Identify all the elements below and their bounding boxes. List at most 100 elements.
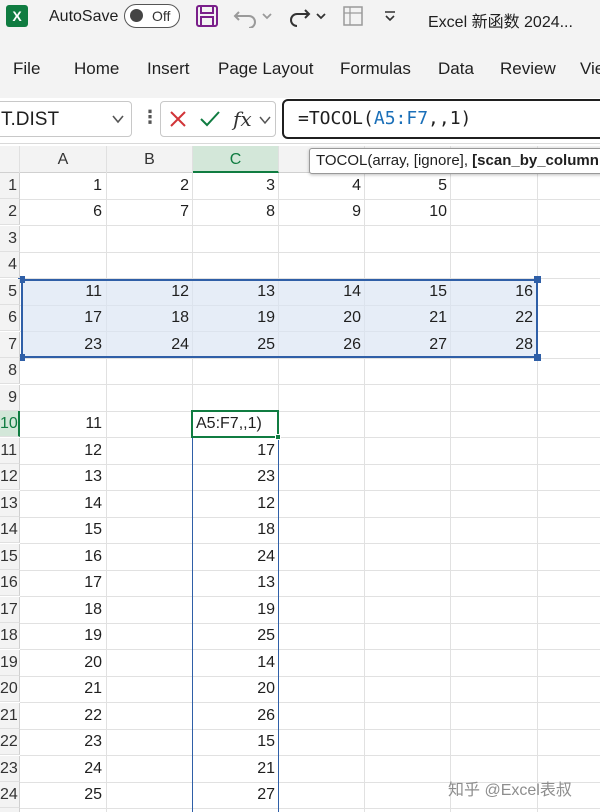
cell-d5[interactable]: 14 — [279, 279, 365, 305]
row-header[interactable]: 7 — [0, 332, 20, 358]
chevron-down-icon[interactable] — [259, 114, 271, 126]
row-header[interactable]: 5 — [0, 279, 20, 305]
row-header[interactable]: 23 — [0, 756, 20, 782]
tab-view[interactable]: Vie — [580, 59, 600, 79]
save-icon[interactable] — [195, 4, 219, 28]
cell-b1[interactable]: 2 — [107, 173, 193, 199]
redo-icon[interactable] — [287, 4, 327, 28]
row-header[interactable]: 13 — [0, 491, 20, 517]
row-header[interactable]: 11 — [0, 438, 20, 464]
row-header[interactable]: 19 — [0, 650, 20, 676]
column-header-b[interactable]: B — [107, 146, 193, 173]
cell-b2[interactable]: 7 — [107, 199, 193, 225]
cell-c24[interactable]: 27 — [193, 782, 279, 808]
tab-insert[interactable]: Insert — [147, 59, 190, 79]
name-box[interactable]: T.DIST — [0, 101, 132, 137]
cell-a16[interactable]: 17 — [20, 570, 106, 596]
cell-a6[interactable]: 17 — [20, 305, 106, 331]
cell-c1[interactable]: 3 — [193, 173, 279, 199]
column-header-a[interactable]: A — [20, 146, 107, 173]
tab-home[interactable]: Home — [74, 59, 119, 79]
insert-function-icon[interactable]: fx — [233, 107, 252, 131]
row-header-active[interactable]: 10 — [0, 411, 20, 437]
cell-a7[interactable]: 23 — [20, 332, 106, 358]
cell-d1[interactable]: 4 — [279, 173, 365, 199]
row-header[interactable]: 4 — [0, 252, 20, 278]
cell-e5[interactable]: 15 — [365, 279, 451, 305]
cell-a12[interactable]: 13 — [20, 464, 106, 490]
number-format-icon[interactable] — [341, 4, 365, 28]
row-header[interactable]: 20 — [0, 676, 20, 702]
cell-a20[interactable]: 21 — [20, 676, 106, 702]
cell-a5[interactable]: 11 — [20, 279, 106, 305]
cell-c6[interactable]: 19 — [193, 305, 279, 331]
cell-e7[interactable]: 27 — [365, 332, 451, 358]
cell-b5[interactable]: 12 — [107, 279, 193, 305]
cell-b6[interactable]: 18 — [107, 305, 193, 331]
cell-a22[interactable]: 23 — [20, 729, 106, 755]
cell-a21[interactable]: 22 — [20, 703, 106, 729]
cell-a10[interactable]: 11 — [20, 411, 106, 437]
cell-c14[interactable]: 18 — [193, 517, 279, 543]
row-header[interactable]: 21 — [0, 703, 20, 729]
row-header[interactable]: 6 — [0, 305, 20, 331]
cell-a11[interactable]: 12 — [20, 438, 106, 464]
row-header[interactable]: 24 — [0, 782, 20, 808]
cell-c19[interactable]: 14 — [193, 650, 279, 676]
enter-check-icon[interactable] — [199, 110, 221, 128]
row-header[interactable]: 16 — [0, 570, 20, 596]
row-header[interactable]: 3 — [0, 226, 20, 252]
cell-c7[interactable]: 25 — [193, 332, 279, 358]
tab-formulas[interactable]: Formulas — [340, 59, 411, 79]
row-header[interactable]: 15 — [0, 544, 20, 570]
cell-f6[interactable]: 22 — [451, 305, 537, 331]
cell-c15[interactable]: 24 — [193, 544, 279, 570]
cancel-icon[interactable] — [169, 110, 187, 128]
row-header[interactable]: 8 — [0, 358, 20, 384]
tab-data[interactable]: Data — [438, 59, 474, 79]
chevron-down-icon[interactable] — [111, 112, 125, 126]
cell-c2[interactable]: 8 — [193, 199, 279, 225]
cell-e2[interactable]: 10 — [365, 199, 451, 225]
formula-input[interactable]: =TOCOL(A5:F7,,1) — [282, 99, 600, 139]
cell-a15[interactable]: 16 — [20, 544, 106, 570]
cell-c12[interactable]: 23 — [193, 464, 279, 490]
cell-b7[interactable]: 24 — [107, 332, 193, 358]
select-all-corner[interactable] — [0, 146, 20, 173]
cell-c21[interactable]: 26 — [193, 703, 279, 729]
cell-a1[interactable]: 1 — [20, 173, 106, 199]
tab-review[interactable]: Review — [500, 59, 556, 79]
row-header[interactable]: 12 — [0, 464, 20, 490]
tab-file[interactable]: File — [13, 59, 40, 79]
cell-a14[interactable]: 15 — [20, 517, 106, 543]
tab-page-layout[interactable]: Page Layout — [218, 59, 313, 79]
customize-toolbar-icon[interactable] — [382, 4, 398, 28]
row-header[interactable]: 22 — [0, 729, 20, 755]
cell-c13[interactable]: 12 — [193, 491, 279, 517]
cell-a23[interactable]: 24 — [20, 756, 106, 782]
cell-a13[interactable]: 14 — [20, 491, 106, 517]
row-header[interactable]: 1 — [0, 173, 20, 199]
cell-c17[interactable]: 19 — [193, 597, 279, 623]
cell-d6[interactable]: 20 — [279, 305, 365, 331]
cell-c22[interactable]: 15 — [193, 729, 279, 755]
cell-a19[interactable]: 20 — [20, 650, 106, 676]
cell-a18[interactable]: 19 — [20, 623, 106, 649]
row-header[interactable]: 25 — [0, 808, 20, 812]
cell-d7[interactable]: 26 — [279, 332, 365, 358]
autosave-toggle[interactable]: Off — [124, 4, 180, 28]
undo-icon[interactable] — [233, 4, 273, 28]
cell-a24[interactable]: 25 — [20, 782, 106, 808]
cell-grid[interactable] — [20, 173, 600, 812]
active-cell-c10[interactable]: A5:F7,,1) — [191, 410, 279, 438]
cell-a17[interactable]: 18 — [20, 597, 106, 623]
cell-e6[interactable]: 21 — [365, 305, 451, 331]
column-header-c[interactable]: C — [193, 146, 279, 173]
cell-f5[interactable]: 16 — [451, 279, 537, 305]
cell-d2[interactable]: 9 — [279, 199, 365, 225]
row-header[interactable]: 17 — [0, 597, 20, 623]
row-header[interactable]: 2 — [0, 199, 20, 225]
row-header[interactable]: 18 — [0, 623, 20, 649]
cell-c20[interactable]: 20 — [193, 676, 279, 702]
cell-c11[interactable]: 17 — [193, 438, 279, 464]
